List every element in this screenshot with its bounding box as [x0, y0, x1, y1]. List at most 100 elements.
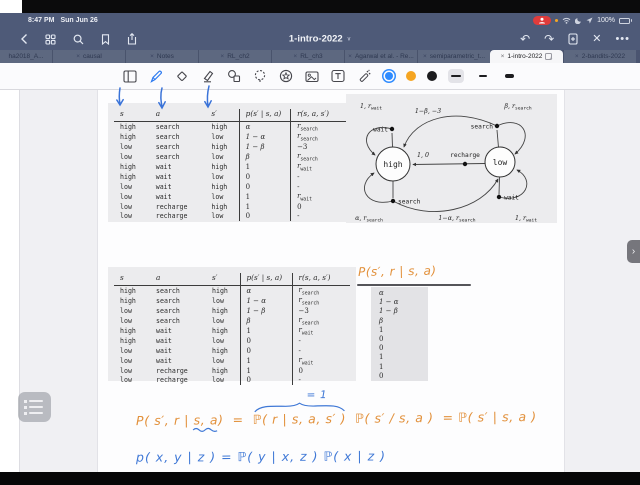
color-swatch-blue[interactable] — [385, 72, 393, 80]
more-options-button[interactable]: ••• — [615, 34, 630, 45]
battery-icon — [619, 18, 632, 24]
transition-table-2: s a s′ p(s′ | s, a) r(s, a, s′) highsear… — [114, 273, 350, 385]
undo-button[interactable]: ↶ — [520, 33, 530, 45]
bookmark-button[interactable] — [101, 34, 110, 45]
tab-close-icon[interactable]: × — [150, 53, 154, 60]
blue-squiggle-underline — [192, 426, 218, 433]
tab-notes[interactable]: ×Notes — [125, 50, 198, 63]
tab-label: semiparametric_t... — [430, 53, 485, 60]
tab-close-icon[interactable]: × — [293, 53, 297, 60]
add-page-button[interactable] — [568, 33, 578, 45]
document-title-dropdown[interactable]: 1-intro-2022 ∨ — [289, 34, 351, 45]
tab-label: 2-bandits-2022 — [582, 53, 625, 60]
outline-thumbnail-button[interactable] — [18, 392, 51, 422]
tab-close-icon[interactable]: × — [575, 53, 579, 60]
tab-2-bandits-2022[interactable]: ×2-bandits-2022 — [563, 50, 636, 63]
edge-label-tr: β, rsearch — [503, 103, 531, 112]
edge-label-tm: 1−β, −3 — [415, 108, 441, 115]
table-row: highsearchhighαrsearch — [114, 121, 348, 132]
thumbnails-grid-button[interactable] — [45, 34, 56, 45]
transition-table-figure: s a s′ p(s′ | s, a) r(s, a, s′) highsear… — [108, 103, 348, 222]
mdp-state-diagram: high low wait search recharge search wai… — [346, 94, 557, 223]
tab-ha2018-a[interactable]: ha2018_A... — [0, 50, 52, 63]
tab-close-icon[interactable]: × — [220, 53, 224, 60]
person-icon — [538, 17, 546, 24]
table-row: lowsearchlowβrsearch — [114, 316, 350, 326]
handwritten-equation-2: p( x, y | z ) = ℙ( y | x, z ) ℙ( x | z ) — [136, 448, 386, 464]
sticker-icon[interactable] — [279, 69, 294, 84]
redo-button[interactable]: ↷ — [544, 33, 554, 45]
state-label-high: high — [383, 160, 402, 169]
tab-close-icon[interactable]: × — [348, 53, 352, 60]
transition-table-figure-2: s a s′ p(s′ | s, a) r(s, a, s′) highsear… — [108, 267, 356, 381]
column-underline — [357, 284, 471, 286]
document-title: 1-intro-2022 — [289, 34, 343, 45]
column-value: 1 − β — [379, 307, 428, 316]
recording-badge[interactable] — [533, 16, 551, 25]
tab-semiparametric-t[interactable]: ×semiparametric_t... — [417, 50, 490, 63]
page-layout-icon[interactable] — [123, 69, 138, 84]
shapes-icon[interactable] — [227, 69, 242, 84]
wifi-icon — [562, 17, 571, 24]
eraser-icon[interactable] — [175, 69, 190, 84]
tab-1-intro-2022[interactable]: ×1-intro-2022 — [490, 50, 563, 63]
column-value: 0 — [379, 372, 428, 381]
pen-icon[interactable] — [149, 69, 164, 84]
search-button[interactable] — [73, 34, 84, 45]
col-header-a: a — [150, 273, 206, 285]
stroke-width-thick[interactable] — [502, 69, 518, 83]
export-page-icon[interactable] — [545, 53, 552, 60]
tab-agarwal-et-al-re[interactable]: ×Agarwal et al. - Re... — [344, 50, 417, 63]
tab-close-icon[interactable]: × — [501, 53, 505, 60]
chevron-down-icon: ∨ — [347, 36, 351, 43]
color-swatch-black[interactable] — [427, 71, 437, 81]
state-label-low: low — [493, 158, 508, 167]
edge-label-mid: 1, 0 — [417, 152, 429, 159]
table-row: highwaitlow0- — [114, 173, 348, 183]
column-value: 1 − α — [379, 298, 428, 307]
back-button[interactable] — [20, 33, 28, 45]
transition-table: s a s′ p(s′ | s, a) r(s, a, s′) highsear… — [114, 109, 348, 221]
image-icon[interactable] — [305, 69, 320, 84]
table-row: lowsearchlowβrsearch — [114, 152, 348, 162]
table-row: lowsearchhigh1 − β−3 — [114, 306, 350, 316]
col-header-a: a — [150, 109, 206, 121]
tab-label: ha2018_A... — [8, 53, 43, 60]
equals-sign: = — [233, 412, 244, 427]
table-row: lowrechargelow0- — [114, 211, 348, 221]
table-row: highsearchhighαrsearch — [114, 285, 350, 296]
nav-bar: 1-intro-2022 ∨ ↶ ↷ ✕ ••• — [0, 28, 640, 50]
tab-bar: ha2018_A... ×causal×Notes×RL_ch2×RL_ch3×A… — [0, 50, 640, 63]
col-header-s: s — [114, 273, 150, 285]
overbrace-label: = 1 — [307, 389, 328, 401]
mic-indicator-icon — [555, 19, 558, 22]
eq1-result: = ℙ( s′ | s, a ) — [442, 409, 536, 425]
tab-rl-ch3[interactable]: ×RL_ch3 — [271, 50, 344, 63]
tab-causal[interactable]: ×causal — [52, 50, 125, 63]
col-header-p: p(s′ | s, a) — [240, 273, 292, 285]
highlighter-icon[interactable] — [201, 69, 216, 84]
tab-close-icon[interactable]: × — [423, 53, 427, 60]
tab-rl-ch2[interactable]: ×RL_ch2 — [198, 50, 271, 63]
date: Sun Jun 26 — [60, 17, 97, 24]
action-label-recharge: recharge — [450, 152, 480, 159]
share-button[interactable] — [127, 33, 137, 45]
edge-label-br: 1, rwait — [515, 215, 537, 223]
color-swatch-orange[interactable] — [406, 71, 416, 81]
close-icon[interactable]: ✕ — [592, 34, 601, 45]
eq1-conditioned-vars: s, a — [194, 412, 219, 427]
action-label-search-top: search — [471, 124, 494, 131]
next-page-chevron[interactable]: › — [627, 240, 640, 263]
column-value: 1 — [379, 363, 428, 372]
stroke-width-thin[interactable] — [448, 69, 464, 83]
tab-close-icon[interactable]: × — [76, 53, 80, 60]
lasso-icon[interactable] — [253, 69, 268, 84]
col-header-r: r(s, a, s′) — [292, 273, 350, 285]
stroke-width-medium[interactable] — [475, 69, 491, 83]
eq1-term-2: ℙ( s′ / s, a ) — [355, 410, 434, 426]
clock: 8:47 PM — [28, 17, 54, 24]
edge-label-tl: 1, rwait — [360, 103, 382, 112]
moon-icon — [575, 17, 582, 24]
text-icon[interactable] — [331, 69, 346, 84]
laser-pointer-icon[interactable] — [357, 69, 372, 84]
